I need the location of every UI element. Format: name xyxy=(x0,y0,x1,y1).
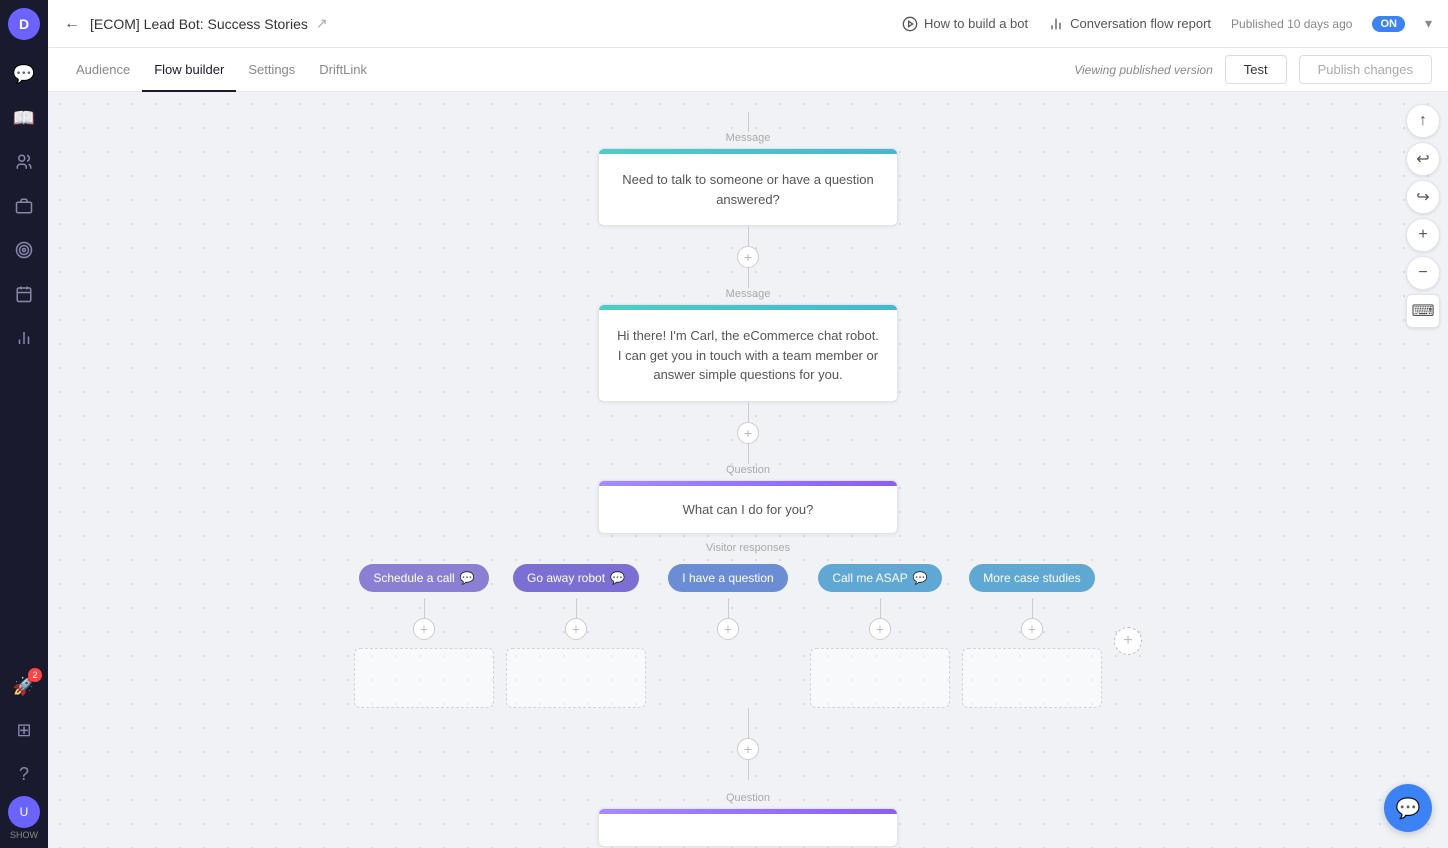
tab-settings[interactable]: Settings xyxy=(236,48,307,92)
question-node-1[interactable]: What can I do for you? xyxy=(598,480,898,534)
back-button[interactable]: ← xyxy=(64,15,80,33)
placeholder-1 xyxy=(354,648,494,708)
placeholder-4 xyxy=(810,648,950,708)
add-node-1-btn[interactable]: + xyxy=(737,246,759,268)
response-col-5: More case studies + xyxy=(962,564,1102,708)
page-title: [ECOM] Lead Bot: Success Stories xyxy=(90,16,308,32)
add-after-schedule[interactable]: + xyxy=(413,618,435,640)
add-node-2-btn[interactable]: + xyxy=(737,422,759,444)
node3-label: Question xyxy=(726,464,770,476)
response-col-1: Schedule a call 💬 + xyxy=(354,564,494,708)
keyboard-btn[interactable]: ⌨ xyxy=(1406,294,1440,328)
connector-1: + xyxy=(737,226,759,288)
sidebar-item-briefcase[interactable] xyxy=(4,186,44,226)
connector-2: + xyxy=(737,402,759,464)
question-node-2-body xyxy=(599,814,897,846)
response-go-away[interactable]: Go away robot 💬 xyxy=(513,564,639,592)
node4-label: Question xyxy=(726,792,770,804)
response-col-2: Go away robot 💬 + xyxy=(506,564,646,708)
response-schedule-call[interactable]: Schedule a call 💬 xyxy=(359,564,488,592)
add-after-question[interactable]: + xyxy=(717,618,739,640)
top-connector xyxy=(748,112,749,132)
avatar[interactable]: U xyxy=(8,796,40,828)
sidebar-item-help[interactable]: ? xyxy=(4,754,44,794)
chat-icon-2: 💬 xyxy=(610,571,625,585)
question-node-1-body: What can I do for you? xyxy=(599,486,897,533)
placeholder-5 xyxy=(962,648,1102,708)
show-label: SHOW xyxy=(10,830,38,840)
message-node-1-body: Need to talk to someone or have a questi… xyxy=(599,154,897,225)
topbar: ← [ECOM] Lead Bot: Success Stories ↗ How… xyxy=(48,0,1448,48)
add-response-column-btn[interactable]: + xyxy=(1114,627,1142,655)
chat-widget-btn[interactable]: 💬 xyxy=(1384,784,1432,832)
add-after-call-asap[interactable]: + xyxy=(869,618,891,640)
sidebar-item-calendar[interactable] xyxy=(4,274,44,314)
sidebar-item-users[interactable] xyxy=(4,142,44,182)
redo-btn[interactable]: ↪ xyxy=(1406,180,1440,214)
chat-icon-1: 💬 xyxy=(460,571,475,585)
sidebar-item-book[interactable]: 📖 xyxy=(4,98,44,138)
status-badge[interactable]: ON xyxy=(1372,16,1405,32)
response-col-3: I have a question + xyxy=(658,564,798,640)
message-node-1[interactable]: Need to talk to someone or have a questi… xyxy=(598,148,898,226)
tab-audience[interactable]: Audience xyxy=(64,48,142,92)
responses-row: Schedule a call 💬 + Go away robot 💬 + xyxy=(294,564,1202,708)
message-node-2-body: Hi there! I'm Carl, the eCommerce chat r… xyxy=(599,310,897,401)
sidebar-item-grid[interactable]: ⊞ xyxy=(4,710,44,750)
add-node-3-btn[interactable]: + xyxy=(737,738,759,760)
flow-container: Message Need to talk to someone or have … xyxy=(48,112,1448,847)
conversation-report-btn[interactable]: Conversation flow report xyxy=(1048,16,1211,32)
how-to-build-btn[interactable]: How to build a bot xyxy=(902,16,1028,32)
subnav: Audience Flow builder Settings DriftLink… xyxy=(48,48,1448,92)
canvas: Message Need to talk to someone or have … xyxy=(48,92,1448,848)
test-button[interactable]: Test xyxy=(1225,55,1287,84)
message-node-2[interactable]: Hi there! I'm Carl, the eCommerce chat r… xyxy=(598,304,898,402)
right-controls: ↑ ↩ ↪ + − ⌨ xyxy=(1398,92,1448,340)
rocket-badge: 2 xyxy=(28,668,42,682)
tab-flow-builder[interactable]: Flow builder xyxy=(142,48,236,92)
sidebar: D 💬 📖 🚀 2 ⊞ ? U SHOW xyxy=(0,0,48,848)
sidebar-item-rocket[interactable]: 🚀 2 xyxy=(4,666,44,706)
placeholder-2 xyxy=(506,648,646,708)
chevron-icon[interactable]: ▾ xyxy=(1425,15,1432,32)
scroll-top-btn[interactable]: ↑ xyxy=(1406,104,1440,138)
response-question[interactable]: I have a question xyxy=(668,564,787,592)
node1-label: Message xyxy=(726,132,771,144)
topbar-right: How to build a bot Conversation flow rep… xyxy=(902,15,1432,32)
sidebar-item-chat[interactable]: 💬 xyxy=(4,54,44,94)
chat-icon-3: 💬 xyxy=(913,571,928,585)
connector-3: + xyxy=(737,708,759,780)
logo[interactable]: D xyxy=(8,8,40,40)
response-call-asap[interactable]: Call me ASAP 💬 xyxy=(818,564,941,592)
sidebar-item-target[interactable] xyxy=(4,230,44,270)
zoom-out-btn[interactable]: − xyxy=(1406,256,1440,290)
question-node-2[interactable] xyxy=(598,808,898,847)
add-after-case-studies[interactable]: + xyxy=(1021,618,1043,640)
tab-driftlink[interactable]: DriftLink xyxy=(307,48,379,92)
add-after-go-away[interactable]: + xyxy=(565,618,587,640)
response-case-studies[interactable]: More case studies xyxy=(969,564,1094,592)
viewing-text: Viewing published version xyxy=(1074,63,1213,77)
response-col-4: Call me ASAP 💬 + xyxy=(810,564,950,708)
zoom-in-btn[interactable]: + xyxy=(1406,218,1440,252)
visitor-responses-label: Visitor responses xyxy=(706,542,790,554)
node2-label: Message xyxy=(726,288,771,300)
sidebar-item-chart[interactable] xyxy=(4,318,44,358)
published-info: Published 10 days ago xyxy=(1231,17,1352,31)
external-link-icon[interactable]: ↗ xyxy=(316,15,328,32)
undo-btn[interactable]: ↩ xyxy=(1406,142,1440,176)
publish-button[interactable]: Publish changes xyxy=(1299,55,1432,84)
